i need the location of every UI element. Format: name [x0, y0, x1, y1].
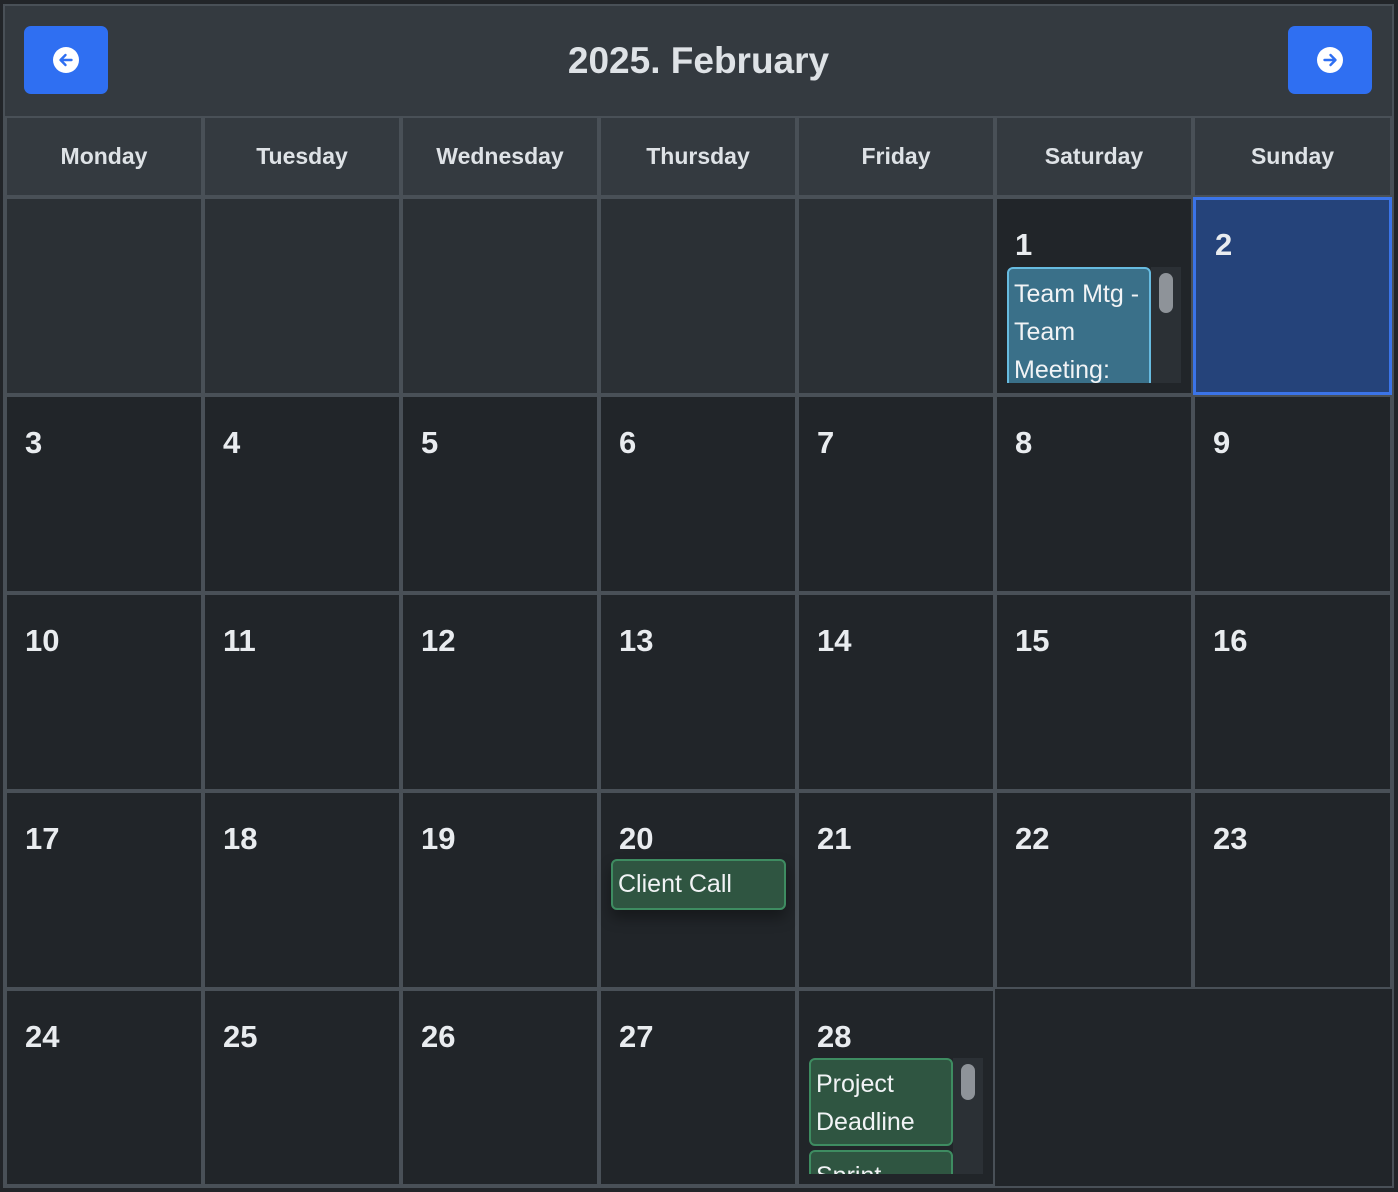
- day-number: 9: [1213, 425, 1231, 460]
- event-team-meeting[interactable]: Team Mtg - Team Meeting:: [1007, 267, 1151, 383]
- weekday-thursday: Thursday: [599, 116, 797, 197]
- day-number: 15: [1015, 623, 1050, 658]
- day-number: 7: [817, 425, 835, 460]
- weekday-friday: Friday: [797, 116, 995, 197]
- day-number: 20: [619, 821, 654, 856]
- day-cell-16[interactable]: 16: [1193, 593, 1392, 791]
- day-number: 5: [421, 425, 439, 460]
- event-project-deadline[interactable]: Project Deadline: [809, 1058, 953, 1146]
- day-number: 14: [817, 623, 852, 658]
- arrow-right-circle-icon: [1317, 47, 1343, 73]
- day-number: 22: [1015, 821, 1050, 856]
- day-number: 21: [817, 821, 852, 856]
- day-number: 1: [1015, 227, 1033, 262]
- event-list[interactable]: Project Deadline Sprint: [809, 1058, 983, 1174]
- day-number: 19: [421, 821, 456, 856]
- day-number: 25: [223, 1019, 258, 1054]
- day-number: 12: [421, 623, 456, 658]
- day-cell-8[interactable]: 8: [995, 395, 1193, 593]
- day-number: 17: [25, 821, 60, 856]
- weekday-sunday: Sunday: [1193, 116, 1392, 197]
- day-cell-15[interactable]: 15: [995, 593, 1193, 791]
- day-cell-empty: [5, 197, 203, 395]
- day-cell-28[interactable]: 28 Project Deadline Sprint: [797, 989, 995, 1186]
- day-cell-10[interactable]: 10: [5, 593, 203, 791]
- day-cell-13[interactable]: 13: [599, 593, 797, 791]
- calendar: 2025. February Monday Tuesday Wednesday …: [3, 4, 1394, 1188]
- day-cell-17[interactable]: 17: [5, 791, 203, 989]
- day-cell-25[interactable]: 25: [203, 989, 401, 1186]
- day-cell-12[interactable]: 12: [401, 593, 599, 791]
- day-number: 8: [1015, 425, 1033, 460]
- day-cell-5[interactable]: 5: [401, 395, 599, 593]
- day-cell-1[interactable]: 1 Team Mtg - Team Meeting:: [995, 197, 1193, 395]
- day-number: 28: [817, 1019, 852, 1054]
- day-cell-empty: [599, 197, 797, 395]
- day-cell-empty: [203, 197, 401, 395]
- day-cell-blank: [995, 989, 1392, 1186]
- day-number: 26: [421, 1019, 456, 1054]
- day-cell-20[interactable]: 20 Client Call: [599, 791, 797, 989]
- day-number: 4: [223, 425, 241, 460]
- day-cell-6[interactable]: 6: [599, 395, 797, 593]
- day-cell-23[interactable]: 23: [1193, 791, 1392, 989]
- event-list-scrollbar[interactable]: [953, 1058, 983, 1174]
- day-cell-2-selected[interactable]: 2: [1193, 197, 1392, 395]
- day-cell-19[interactable]: 19: [401, 791, 599, 989]
- scrollbar-thumb[interactable]: [961, 1064, 975, 1100]
- weekday-monday: Monday: [5, 116, 203, 197]
- weekday-saturday: Saturday: [995, 116, 1193, 197]
- day-cell-empty: [797, 197, 995, 395]
- day-cell-3[interactable]: 3: [5, 395, 203, 593]
- weekday-tuesday: Tuesday: [203, 116, 401, 197]
- month-title: 2025. February: [567, 40, 830, 81]
- day-number: 2: [1215, 227, 1233, 262]
- day-number: 11: [223, 623, 256, 658]
- day-cell-4[interactable]: 4: [203, 395, 401, 593]
- day-number: 16: [1213, 623, 1248, 658]
- calendar-grid: Monday Tuesday Wednesday Thursday Friday…: [5, 116, 1392, 1186]
- next-month-button[interactable]: [1288, 26, 1372, 94]
- event-list-scrollbar[interactable]: [1151, 267, 1181, 383]
- event-client-call[interactable]: Client Call: [611, 859, 786, 910]
- weekday-wednesday: Wednesday: [401, 116, 599, 197]
- day-cell-11[interactable]: 11: [203, 593, 401, 791]
- day-cell-27[interactable]: 27: [599, 989, 797, 1186]
- scrollbar-thumb[interactable]: [1159, 273, 1173, 313]
- day-number: 24: [25, 1019, 60, 1054]
- day-cell-21[interactable]: 21: [797, 791, 995, 989]
- day-number: 23: [1213, 821, 1248, 856]
- day-number: 27: [619, 1019, 654, 1054]
- day-cell-14[interactable]: 14: [797, 593, 995, 791]
- day-cell-empty: [401, 197, 599, 395]
- day-cell-18[interactable]: 18: [203, 791, 401, 989]
- day-cell-9[interactable]: 9: [1193, 395, 1392, 593]
- event-list[interactable]: Team Mtg - Team Meeting:: [1007, 267, 1181, 383]
- day-cell-7[interactable]: 7: [797, 395, 995, 593]
- day-number: 18: [223, 821, 258, 856]
- day-number: 3: [25, 425, 43, 460]
- day-cell-22[interactable]: 22: [995, 791, 1193, 989]
- day-number: 10: [25, 623, 60, 658]
- calendar-header: 2025. February: [5, 6, 1392, 116]
- event-sprint[interactable]: Sprint: [809, 1150, 953, 1174]
- day-cell-26[interactable]: 26: [401, 989, 599, 1186]
- day-number: 13: [619, 623, 654, 658]
- day-cell-24[interactable]: 24: [5, 989, 203, 1186]
- day-number: 6: [619, 425, 637, 460]
